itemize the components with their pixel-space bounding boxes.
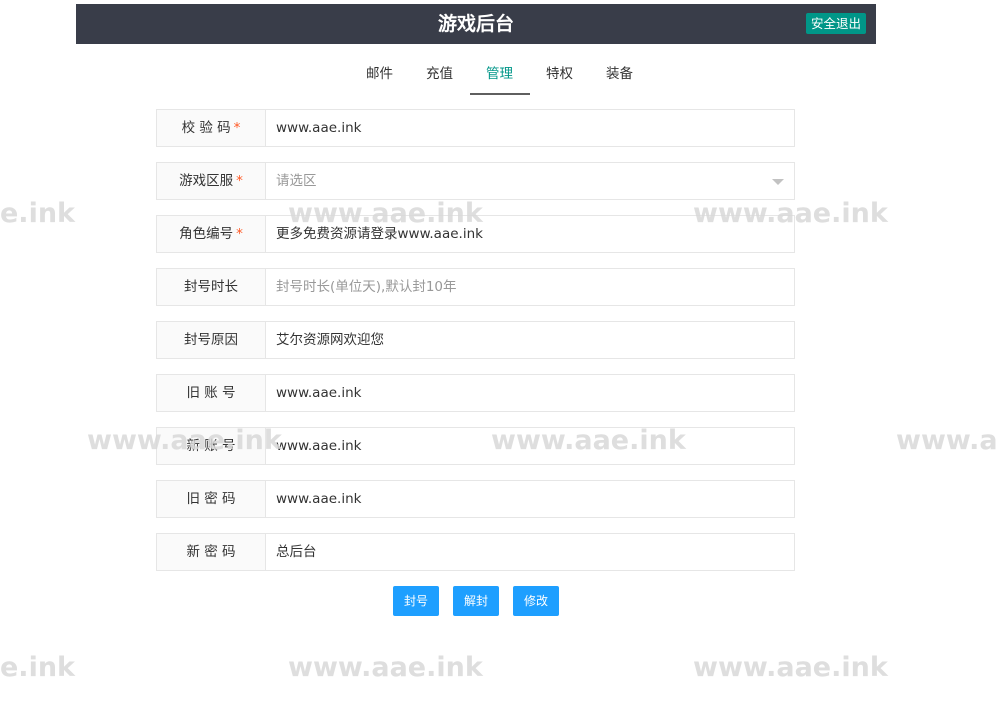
logout-button[interactable]: 安全退出 — [805, 13, 866, 34]
page-title: 游戏后台 — [437, 13, 514, 35]
tab-manage[interactable]: 管理 — [469, 54, 530, 95]
tab-privilege[interactable]: 特权 — [530, 54, 590, 94]
required-mark: * — [236, 173, 243, 189]
watermark-text: www.a — [896, 425, 998, 456]
form-row-old-password: 旧 密 码 www.aae.ink — [156, 480, 795, 518]
form-row-role-id: 角色编号 * 更多免费资源请登录www.aae.ink — [156, 215, 795, 253]
role-id-label: 角色编号 * — [156, 215, 266, 253]
verify-code-label: 校 验 码 * — [156, 109, 266, 147]
old-account-label: 旧 账 号 — [156, 374, 266, 412]
required-mark: * — [233, 120, 241, 136]
verify-code-input[interactable]: www.aae.ink — [266, 109, 795, 147]
old-password-label: 旧 密 码 — [156, 480, 266, 518]
required-mark: * — [236, 226, 243, 242]
ban-reason-input[interactable]: 艾尔资源网欢迎您 — [266, 321, 795, 359]
watermark-text: www.aae.ink — [693, 652, 888, 683]
old-account-input[interactable]: www.aae.ink — [266, 374, 795, 412]
role-id-input[interactable]: 更多免费资源请登录www.aae.ink — [266, 215, 795, 253]
header-bar: 游戏后台 安全退出 — [76, 4, 876, 44]
tab-mail[interactable]: 邮件 — [350, 54, 410, 94]
new-password-label: 新 密 码 — [156, 533, 266, 571]
action-buttons: 封号 解封 修改 — [0, 586, 952, 616]
form-row-ban-reason: 封号原因 艾尔资源网欢迎您 — [156, 321, 795, 359]
ban-duration-label: 封号时长 — [156, 268, 266, 306]
form-row-ban-duration: 封号时长 封号时长(单位天),默认封10年 — [156, 268, 795, 306]
tab-bar: 邮件 充值 管理 特权 装备 — [0, 54, 999, 95]
modify-button[interactable]: 修改 — [513, 586, 559, 616]
chevron-down-icon — [772, 179, 784, 185]
form-row-server: 游戏区服 * 请选区 — [156, 162, 795, 200]
form-row-old-account: 旧 账 号 www.aae.ink — [156, 374, 795, 412]
form-row-new-password: 新 密 码 总后台 — [156, 533, 795, 571]
new-password-input[interactable]: 总后台 — [266, 533, 795, 571]
ban-duration-input[interactable]: 封号时长(单位天),默认封10年 — [266, 268, 795, 306]
ban-button[interactable]: 封号 — [393, 586, 439, 616]
page: 游戏后台 安全退出 邮件 充值 管理 特权 装备 校 验 码 * www.aae.ink … — [0, 0, 999, 726]
watermark-text: www.aae.ink — [288, 652, 483, 683]
tab-equipment[interactable]: 装备 — [590, 54, 650, 94]
new-account-input[interactable]: www.aae.ink — [266, 427, 795, 465]
new-account-label: 新 账 号 — [156, 427, 266, 465]
server-select[interactable]: 请选区 — [266, 162, 795, 200]
tab-recharge[interactable]: 充值 — [410, 54, 470, 94]
form-row-verify-code: 校 验 码 * www.aae.ink — [156, 109, 795, 147]
form-row-new-account: 新 账 号 www.aae.ink — [156, 427, 795, 465]
ban-reason-label: 封号原因 — [156, 321, 266, 359]
watermark-text: e.ink — [0, 198, 76, 229]
unban-button[interactable]: 解封 — [453, 586, 499, 616]
server-label: 游戏区服 * — [156, 162, 266, 200]
watermark-text: e.ink — [0, 652, 76, 683]
old-password-input[interactable]: www.aae.ink — [266, 480, 795, 518]
manage-form: 校 验 码 * www.aae.ink 游戏区服 * 请选区 角色编号 * 更多免费资… — [156, 109, 795, 586]
server-select-placeholder: 请选区 — [276, 173, 317, 189]
